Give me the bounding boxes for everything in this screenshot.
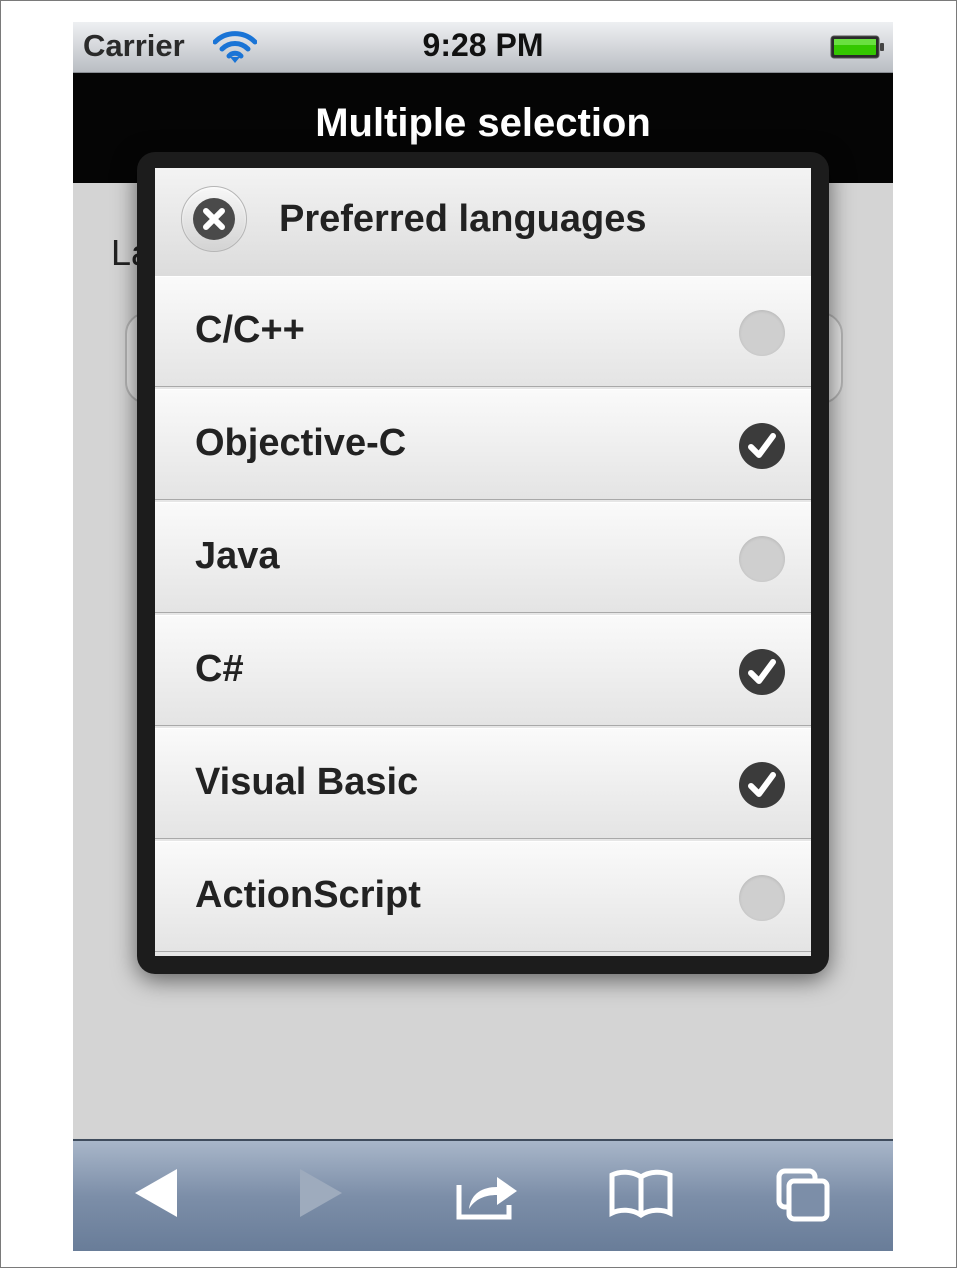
dialog-body: Preferred languages C/C++ Objective-C Ja… [155,168,811,956]
dialog-header: Preferred languages [155,168,811,278]
browser-toolbar [73,1139,893,1251]
status-bar: Carrier 9:28 PM [73,22,893,73]
page-title: Multiple selection [315,101,651,145]
option-label: C# [195,648,244,690]
option-label: Visual Basic [195,761,419,803]
battery-icon [830,34,886,65]
dialog-title: Preferred languages [279,198,647,240]
close-icon [191,196,237,247]
option-label: Objective-C [195,422,407,464]
option-java[interactable]: Java [155,502,811,613]
option-label: C/C++ [195,309,305,351]
forward-arrow-icon [298,1167,344,1224]
checkmark-icon [739,762,785,808]
checkmark-icon [739,423,785,469]
share-icon[interactable] [455,1167,519,1226]
option-label: Java [195,535,280,577]
option-actionscript[interactable]: ActionScript [155,841,811,952]
option-label: ActionScript [195,874,421,916]
checkmark-icon [739,649,785,695]
back-arrow-icon[interactable] [133,1167,179,1224]
unchecked-icon [739,875,785,921]
option-csharp[interactable]: C# [155,615,811,726]
unchecked-icon [739,310,785,356]
status-time: 9:28 PM [422,27,544,63]
unchecked-icon [739,536,785,582]
close-button[interactable] [181,186,247,252]
selection-dialog: Preferred languages C/C++ Objective-C Ja… [137,152,829,974]
option-c-cpp[interactable]: C/C++ [155,276,811,387]
bookmarks-icon[interactable] [608,1167,674,1224]
option-visual-basic[interactable]: Visual Basic [155,728,811,839]
option-objective-c[interactable]: Objective-C [155,389,811,500]
phone-screen: Carrier 9:28 PM Multiple selection La Pr… [73,22,893,1251]
tabs-icon[interactable] [775,1167,831,1228]
